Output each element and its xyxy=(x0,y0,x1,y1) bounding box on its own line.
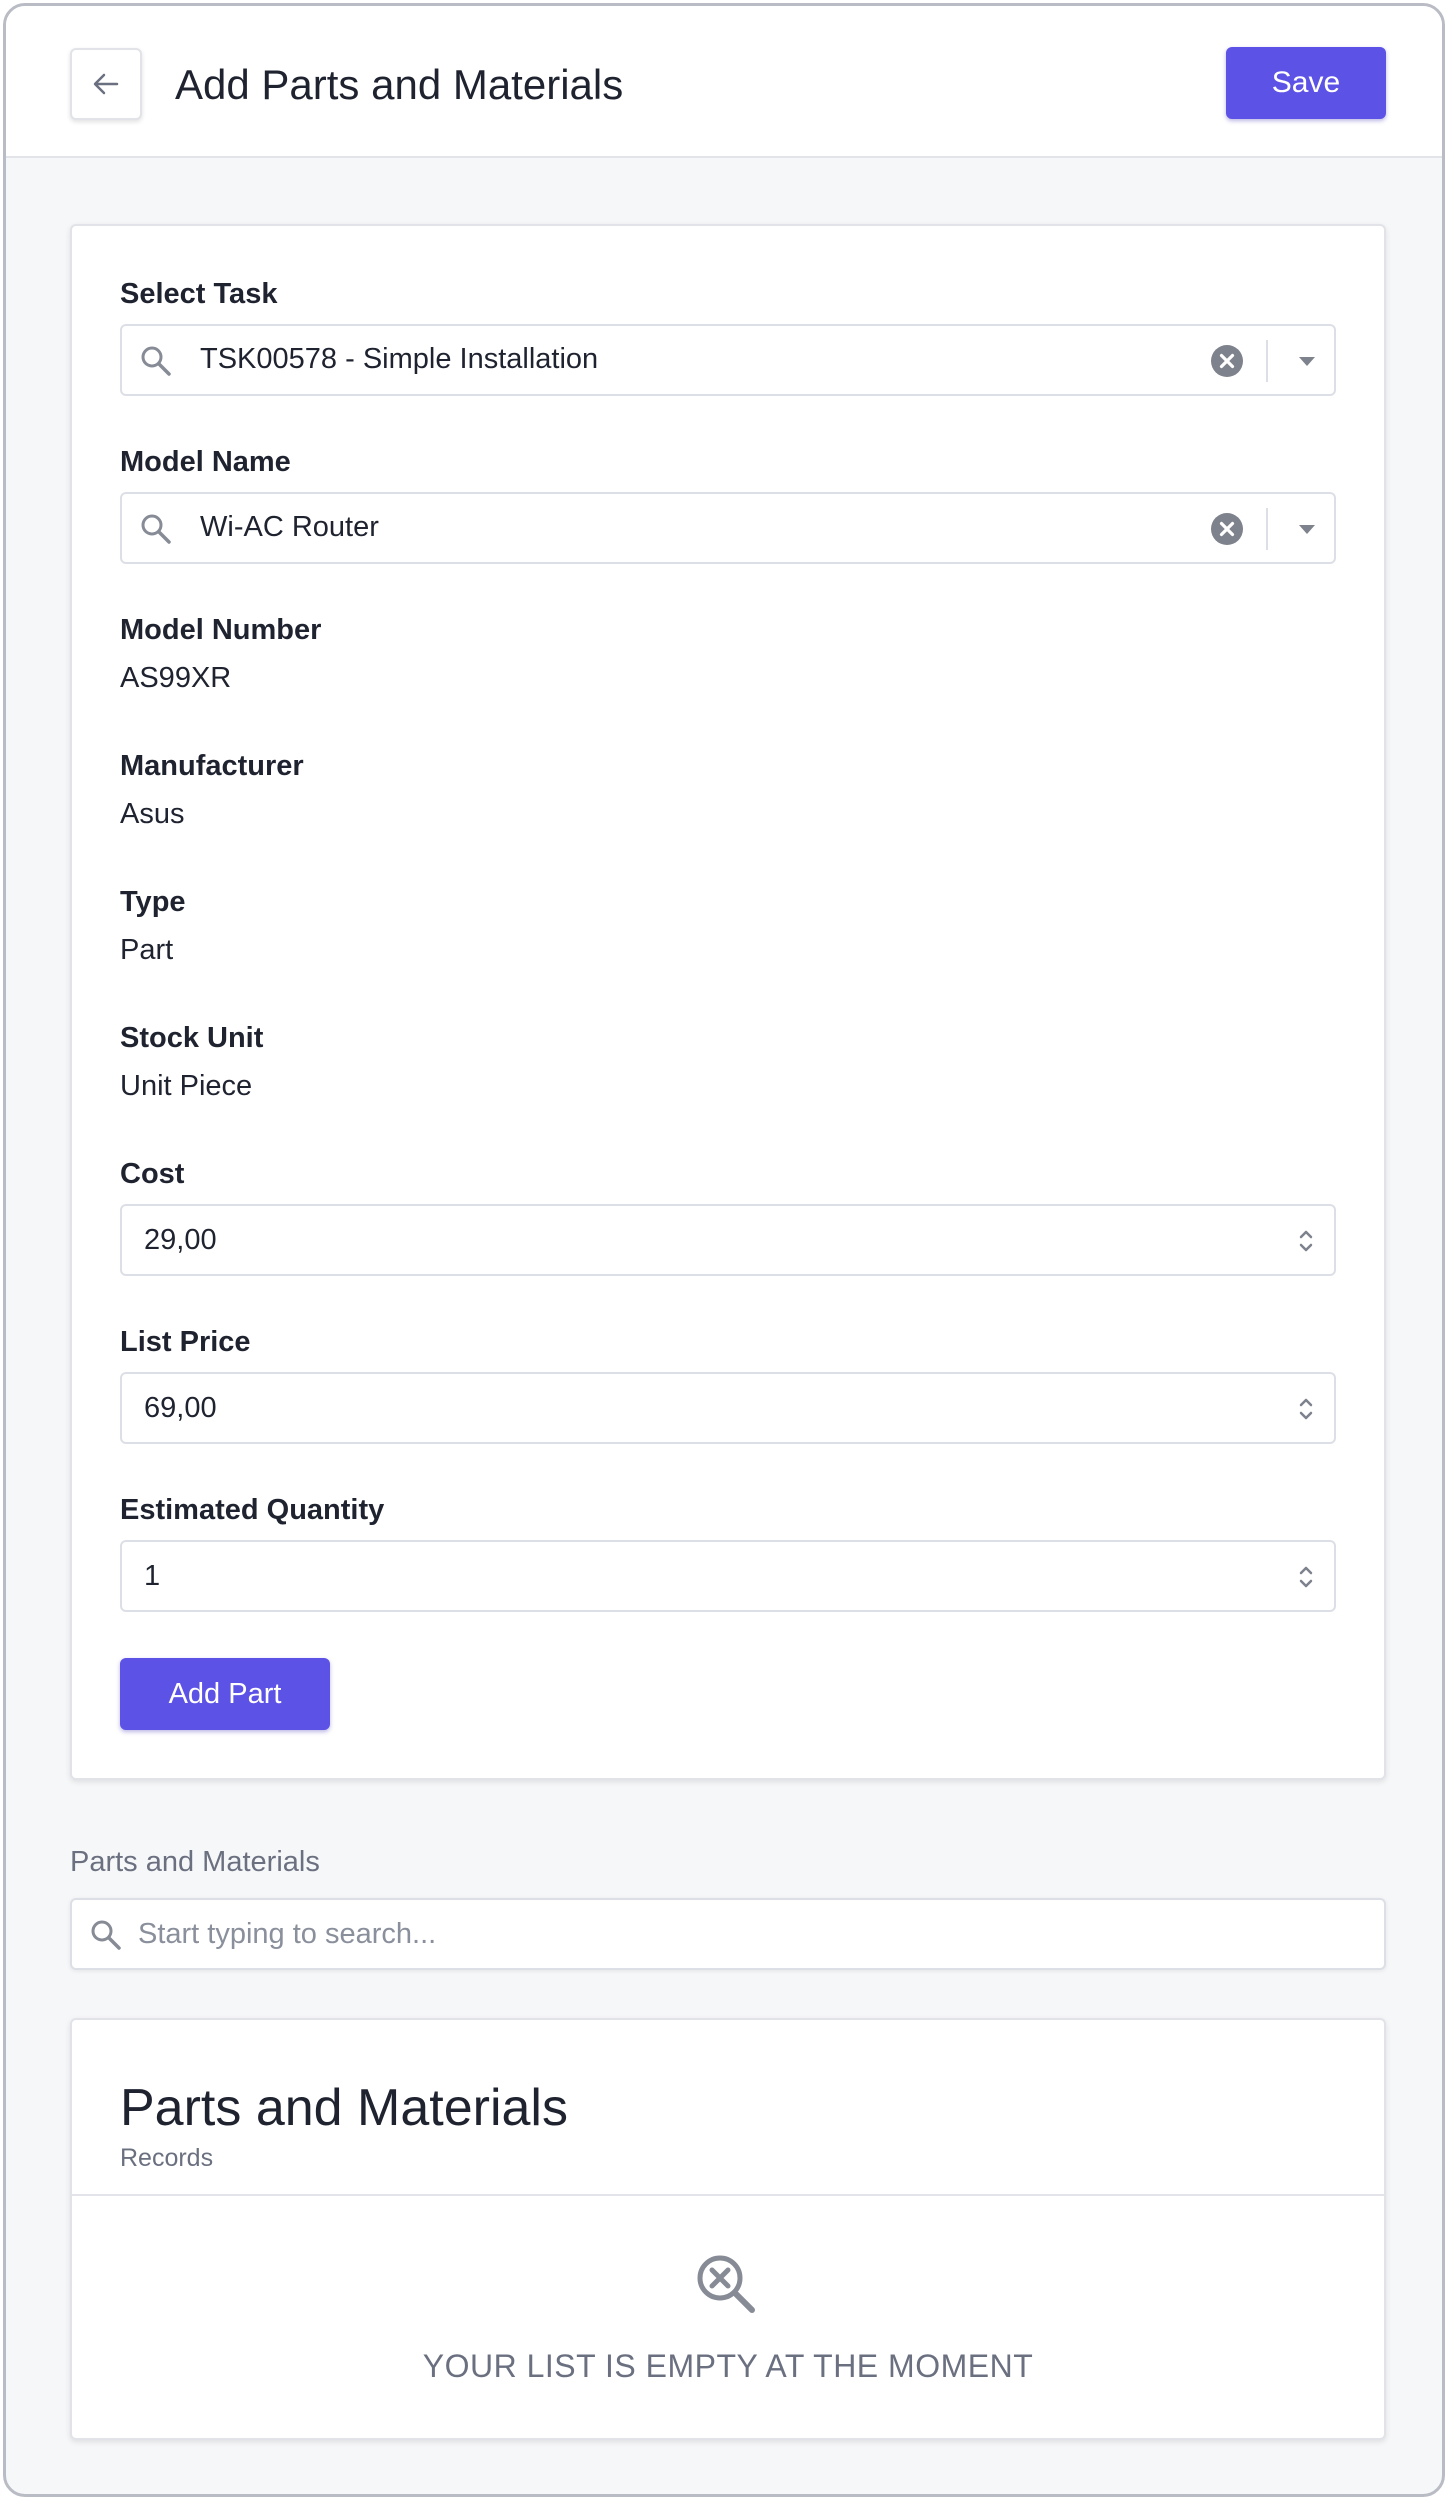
page-title: Add Parts and Materials xyxy=(175,61,624,108)
search-icon xyxy=(141,346,171,376)
manufacturer-value: Asus xyxy=(120,798,185,830)
search-x-icon xyxy=(697,2255,755,2313)
save-button[interactable]: Save xyxy=(1226,47,1386,119)
model-number-value: AS99XR xyxy=(120,662,232,694)
estimated-quantity-input[interactable]: 1 xyxy=(120,1540,1336,1612)
clear-icon[interactable] xyxy=(1209,343,1245,379)
select-task-combobox[interactable]: TSK00578 - Simple Installation xyxy=(120,324,1336,396)
manufacturer-label: Manufacturer xyxy=(120,750,304,782)
clear-icon[interactable] xyxy=(1209,511,1245,547)
type-label: Type xyxy=(120,886,186,918)
caret-down-icon[interactable] xyxy=(1294,348,1320,374)
stock-unit-label: Stock Unit xyxy=(120,1022,264,1054)
add-part-button[interactable]: Add Part xyxy=(120,1658,330,1730)
list-price-input[interactable]: 69,00 xyxy=(120,1372,1336,1444)
caret-down-icon[interactable] xyxy=(1294,516,1320,542)
search-icon xyxy=(141,514,171,544)
parts-list-card: Parts and Materials Records YOUR LIST IS… xyxy=(70,2018,1386,2440)
list-subtitle: Records xyxy=(120,2144,214,2172)
back-button[interactable] xyxy=(70,48,142,120)
model-name-label: Model Name xyxy=(120,446,291,478)
part-form-card: Select Task TSK00578 - Simple Installati… xyxy=(70,224,1386,1780)
chevron-up-down-icon[interactable] xyxy=(1290,1561,1322,1593)
parts-search-input[interactable] xyxy=(138,1912,1338,1956)
app-window: Add Parts and Materials Save Select Task… xyxy=(3,3,1445,2497)
cost-value: 29,00 xyxy=(144,1224,217,1256)
list-price-label: List Price xyxy=(120,1326,251,1358)
chevron-up-down-icon[interactable] xyxy=(1290,1225,1322,1257)
cost-label: Cost xyxy=(120,1158,185,1190)
arrow-left-icon xyxy=(93,73,119,95)
page-header: Add Parts and Materials Save xyxy=(6,6,1442,158)
model-name-value: Wi-AC Router xyxy=(200,511,379,543)
estimated-quantity-label: Estimated Quantity xyxy=(120,1494,385,1526)
type-value: Part xyxy=(120,934,174,966)
empty-list-message: YOUR LIST IS EMPTY AT THE MOMENT xyxy=(422,2348,1034,2384)
parts-search-bar xyxy=(70,1898,1386,1970)
chevron-up-down-icon[interactable] xyxy=(1290,1393,1322,1425)
search-icon xyxy=(91,1920,121,1950)
select-task-value: TSK00578 - Simple Installation xyxy=(200,343,599,375)
estimated-quantity-value: 1 xyxy=(144,1560,161,1592)
list-price-value: 69,00 xyxy=(144,1392,217,1424)
model-number-label: Model Number xyxy=(120,614,322,646)
combobox-divider xyxy=(1266,508,1268,550)
model-name-combobox[interactable]: Wi-AC Router xyxy=(120,492,1336,564)
select-task-label: Select Task xyxy=(120,278,278,310)
combobox-divider xyxy=(1266,340,1268,382)
list-divider xyxy=(72,2194,1384,2196)
list-title: Parts and Materials xyxy=(120,2079,568,2137)
cost-input[interactable]: 29,00 xyxy=(120,1204,1336,1276)
stock-unit-value: Unit Piece xyxy=(120,1070,253,1102)
parts-section-label: Parts and Materials xyxy=(70,1846,320,1878)
